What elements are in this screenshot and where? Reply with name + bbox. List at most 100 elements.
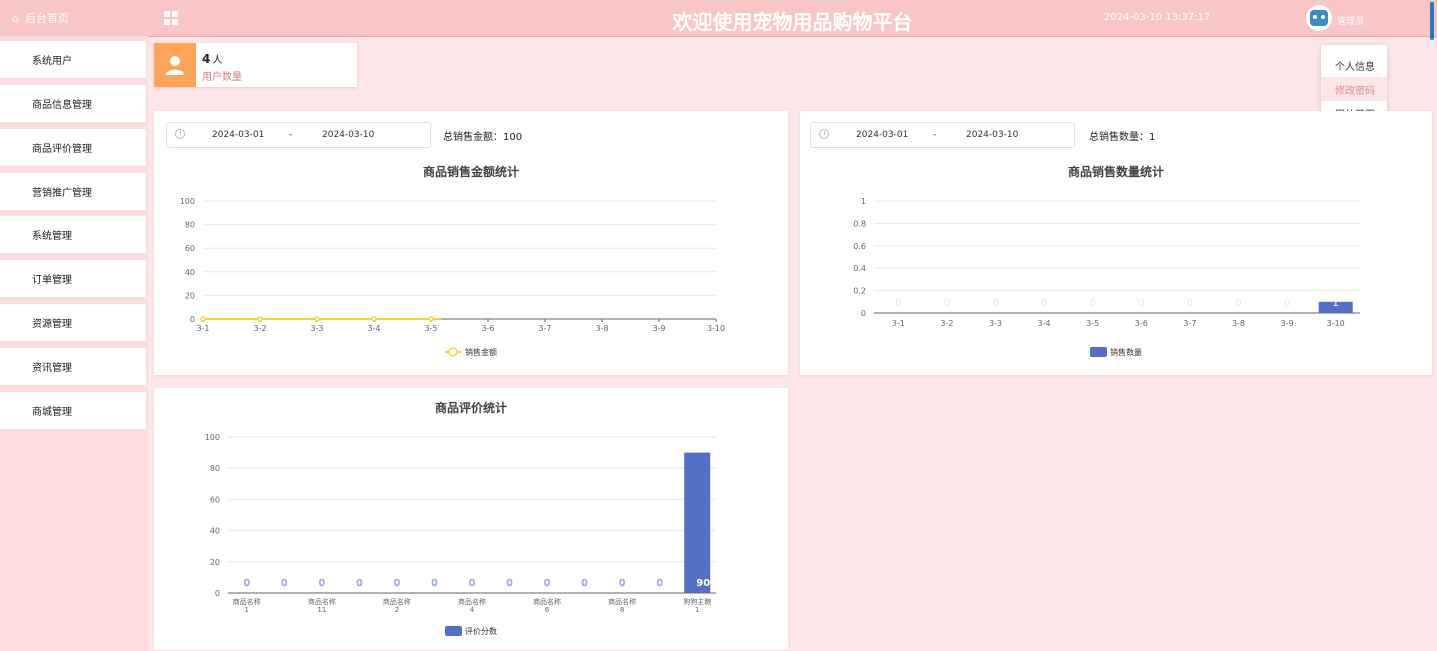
- x-tick-label: 3-6: [481, 324, 494, 333]
- y-tick-label: 0: [215, 589, 220, 598]
- y-tick-label: 60: [210, 495, 220, 504]
- sidebar-item-label: 商品信息管理: [32, 100, 92, 111]
- x-tick-label: 3-4: [367, 324, 380, 333]
- scrollbar[interactable]: [1430, 2, 1434, 40]
- x-tick-label: 商品名称 4: [458, 597, 486, 614]
- data-label: 0: [619, 578, 625, 589]
- data-label: 0: [1041, 298, 1047, 309]
- user-count-label: 用户数量: [202, 72, 242, 83]
- sales-count-chart: 00.20.40.60.813-103-203-303-403-503-603-…: [853, 197, 1360, 357]
- sidebar-item-goods[interactable]: 商品信息管理: [0, 85, 146, 122]
- x-tick-label: 3-7: [1183, 319, 1196, 328]
- data-point: [314, 316, 320, 322]
- legend-label: 销售数量: [1110, 347, 1142, 357]
- y-tick-label: 0.6: [853, 242, 866, 251]
- y-tick-label: 80: [210, 464, 220, 473]
- home-icon: ⌂: [12, 11, 19, 25]
- data-label: 0: [356, 578, 362, 589]
- bar: [684, 452, 711, 593]
- x-tick-label: 3-2: [253, 324, 266, 333]
- x-tick-label: 3-7: [538, 324, 551, 333]
- x-tick-label: 商品名称 11: [308, 597, 336, 614]
- data-label: 0: [394, 578, 400, 589]
- sidebar-item-label: 订单管理: [32, 275, 72, 286]
- x-tick-label: 3-8: [1232, 319, 1245, 328]
- legend-marker: [448, 347, 458, 357]
- x-tick-label: 3-8: [595, 324, 608, 333]
- sidebar-item-system[interactable]: 系统管理: [0, 216, 146, 253]
- x-tick-label: 3-6: [1135, 319, 1148, 328]
- y-tick-label: 20: [210, 558, 220, 567]
- x-tick-label: 3-3: [989, 319, 1002, 328]
- y-tick-label: 100: [180, 197, 195, 206]
- sales-amount-panel: 2024-03-01 - 2024-03-10 总销售金额：100 商品销售金额…: [154, 111, 788, 375]
- x-tick-label: 3-1: [196, 324, 209, 333]
- x-tick-label: 3-9: [1281, 319, 1294, 328]
- data-label: 0: [1235, 298, 1241, 309]
- y-tick-label: 40: [185, 268, 195, 277]
- data-label: 1: [1333, 298, 1339, 309]
- sidebar-item-label: 商城管理: [32, 407, 72, 418]
- avatar[interactable]: [1306, 5, 1332, 31]
- sidebar-item-label: 资讯管理: [32, 363, 72, 374]
- sales-count-panel: 2024-03-01 - 2024-03-10 总销售数量：1 商品销售数量统计…: [800, 111, 1432, 375]
- legend-swatch: [1090, 347, 1107, 357]
- sidebar-item-orders[interactable]: 订单管理: [0, 260, 146, 297]
- x-tick-label: 商品名称 8: [608, 597, 636, 614]
- sidebar-item-users[interactable]: 系统用户: [0, 41, 146, 78]
- data-label: 0: [244, 578, 250, 589]
- user-icon: [154, 43, 196, 87]
- data-label: 0: [657, 578, 663, 589]
- user-count-card: 4人 用户数量: [154, 43, 357, 87]
- sidebar-item-label: 系统用户: [32, 56, 72, 67]
- x-tick-label: 3-1: [892, 319, 905, 328]
- sidebar-item-mall[interactable]: 商城管理: [0, 392, 146, 429]
- robot-avatar-icon: [1310, 10, 1328, 26]
- data-label: 0: [992, 298, 998, 309]
- sidebar-item-resources[interactable]: 资源管理: [0, 304, 146, 341]
- sidebar-home-label: 后台首页: [24, 12, 69, 25]
- data-label: 90: [696, 578, 710, 589]
- menu-item-profile[interactable]: 个人信息: [1321, 53, 1387, 77]
- legend-swatch: [445, 626, 462, 636]
- header-username[interactable]: 管理员: [1337, 14, 1364, 27]
- x-tick-label: 3-10: [1327, 319, 1345, 328]
- sidebar-item-marketing[interactable]: 营销推广管理: [0, 173, 146, 210]
- data-point: [428, 316, 434, 322]
- data-label: 0: [431, 578, 437, 589]
- legend-label: 评价分数: [465, 626, 497, 636]
- page-title: 欢迎使用宠物用品购物平台: [672, 10, 913, 34]
- reviews-chart: 0 20 40 60 80 100 商品名称 1 0 0 商品名称 11 0 0 商品名称 2 0 0 商品名称 4 0…: [205, 433, 716, 636]
- y-tick-label: 80: [185, 221, 195, 230]
- data-label: 0: [281, 578, 287, 589]
- y-tick-label: 0.2: [853, 287, 866, 296]
- reviews-panel: 商品评价统计 0 20 40 60 80 100 商品名称 1 0 0 商品名称 11 0 0 商品名称 2 0…: [154, 388, 788, 650]
- sidebar-item-label: 营销推广管理: [32, 188, 92, 199]
- data-label: 0: [469, 578, 475, 589]
- y-tick-label: 1: [861, 197, 866, 206]
- x-tick-label: 3-4: [1038, 319, 1051, 328]
- data-label: 0: [319, 578, 325, 589]
- y-tick-label: 0.4: [853, 264, 866, 273]
- sidebar-item-news[interactable]: 资讯管理: [0, 348, 146, 385]
- legend-label: 销售金额: [465, 347, 497, 357]
- x-tick-label: 3-5: [1086, 319, 1099, 328]
- header-datetime: 2024-03-10 13:37:17: [1104, 12, 1211, 23]
- sidebar: ⌂ 后台首页 系统用户 商品信息管理 商品评价管理 营销推广管理 系统管理 订单…: [0, 0, 148, 651]
- data-label: 0: [895, 298, 901, 309]
- user-count-value: 4人: [202, 52, 223, 66]
- x-tick-label: 3-3: [310, 324, 323, 333]
- data-label: 0: [1187, 298, 1193, 309]
- data-point: [200, 316, 206, 322]
- y-tick-label: 100: [205, 433, 220, 442]
- data-point: [371, 316, 377, 322]
- menu-item-change-password[interactable]: 修改密码: [1321, 77, 1387, 101]
- sidebar-item-reviews[interactable]: 商品评价管理: [0, 129, 146, 166]
- data-label: 0: [506, 578, 512, 589]
- data-label: 0: [944, 298, 950, 309]
- x-tick-label: 3-9: [652, 324, 665, 333]
- data-label: 0: [544, 578, 550, 589]
- sidebar-home[interactable]: ⌂ 后台首页: [0, 0, 148, 36]
- sidebar-item-label: 资源管理: [32, 319, 72, 330]
- y-tick-label: 60: [185, 244, 195, 253]
